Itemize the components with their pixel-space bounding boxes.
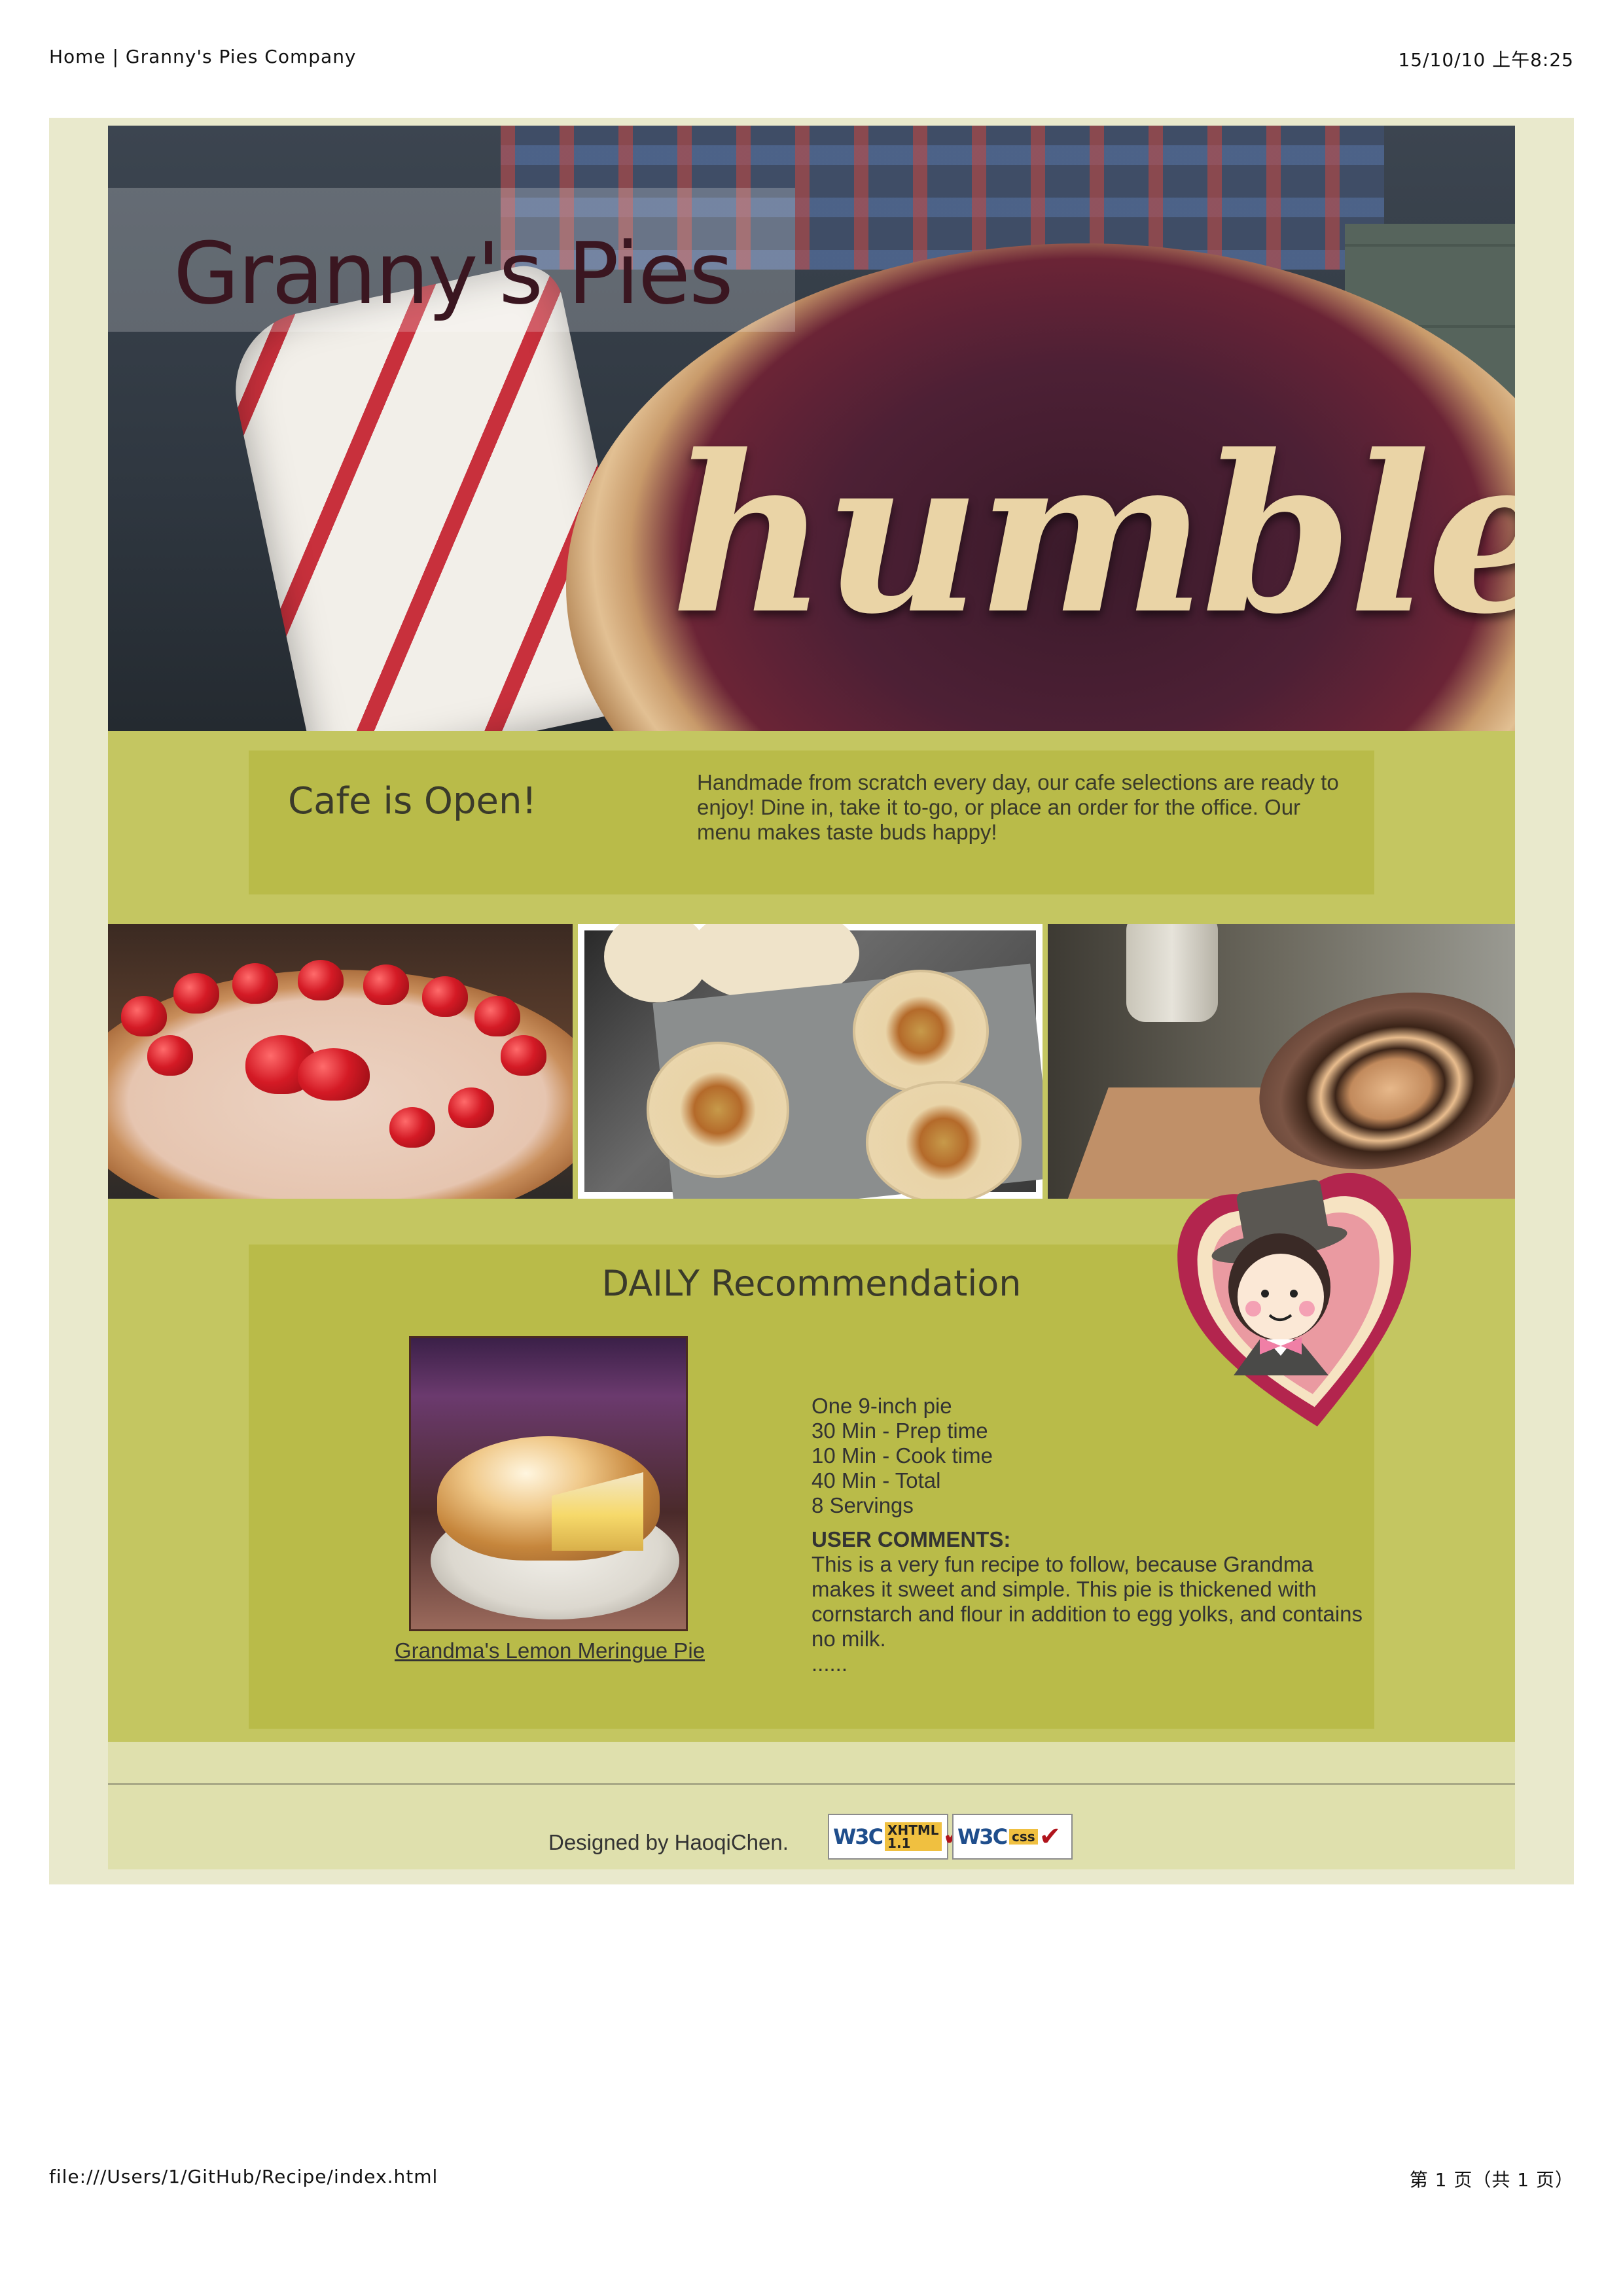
designer-credit: Designed by HaoqiChen. — [548, 1830, 789, 1854]
lemon-meringue-pie-image[interactable] — [409, 1336, 688, 1631]
recipe-detail: 40 Min - Total — [812, 1468, 941, 1492]
gallery-image-strawberry-tart — [108, 924, 573, 1199]
recipe-detail: 8 Servings — [812, 1493, 914, 1517]
user-comments-text: This is a very fun recipe to follow, bec… — [812, 1552, 1363, 1651]
pie-gallery — [108, 924, 1515, 1199]
print-page-title: Home | Granny's Pies Company — [49, 46, 357, 67]
w3c-xhtml-badge[interactable]: W3C XHTML 1.1 ✔ — [828, 1814, 965, 1860]
recipe-detail: 30 Min - Prep time — [812, 1419, 988, 1443]
print-datetime: 15/10/10 上午8:25 — [1398, 49, 1574, 71]
badge-label: XHTML 1.1 — [885, 1822, 942, 1851]
recipe-detail: 10 Min - Cook time — [812, 1443, 993, 1468]
page-outer-frame: humble Granny's Pies Cafe is Open! Handm… — [49, 118, 1574, 1884]
checkmark-icon: ✔ — [1039, 1822, 1061, 1852]
heart-mascot-icon — [1168, 1159, 1430, 1441]
gallery-image-chocolate-roll — [1048, 924, 1515, 1199]
print-file-url: file:///Users/1/GitHub/Recipe/index.html — [49, 2166, 438, 2187]
w3c-logo: W3C — [957, 1824, 1008, 1849]
user-comments-heading: USER COMMENTS: — [812, 1527, 1011, 1551]
recipe-detail: One 9-inch pie — [812, 1394, 952, 1418]
w3c-css-badge[interactable]: W3C css ✔ — [952, 1814, 1073, 1860]
user-comments-more: ...... — [812, 1651, 848, 1676]
site-page: humble Granny's Pies Cafe is Open! Handm… — [108, 126, 1515, 1869]
footer — [108, 1742, 1515, 1869]
recipe-link[interactable]: Grandma's Lemon Meringue Pie — [366, 1638, 733, 1663]
site-title[interactable]: Granny's Pies — [173, 224, 734, 323]
w3c-logo: W3C — [833, 1824, 883, 1849]
cafe-description: Handmade from scratch every day, our caf… — [697, 770, 1339, 844]
cafe-open-box: Cafe is Open! Handmade from scratch ever… — [249, 751, 1374, 894]
print-page-number: 第 1 页（共 1 页） — [1409, 2169, 1574, 2191]
footer-divider — [108, 1783, 1515, 1785]
recipe-details: One 9-inch pie 30 Min - Prep time 10 Min… — [812, 1394, 993, 1518]
hero-pie-crust-lettering: humble — [671, 408, 1515, 662]
badge-label: css — [1009, 1829, 1038, 1845]
gallery-image-hand-pies — [578, 924, 1043, 1199]
user-comments: USER COMMENTS: This is a very fun recipe… — [812, 1527, 1381, 1676]
cafe-heading: Cafe is Open! — [288, 780, 537, 822]
hero-banner: humble Granny's Pies — [108, 126, 1515, 731]
